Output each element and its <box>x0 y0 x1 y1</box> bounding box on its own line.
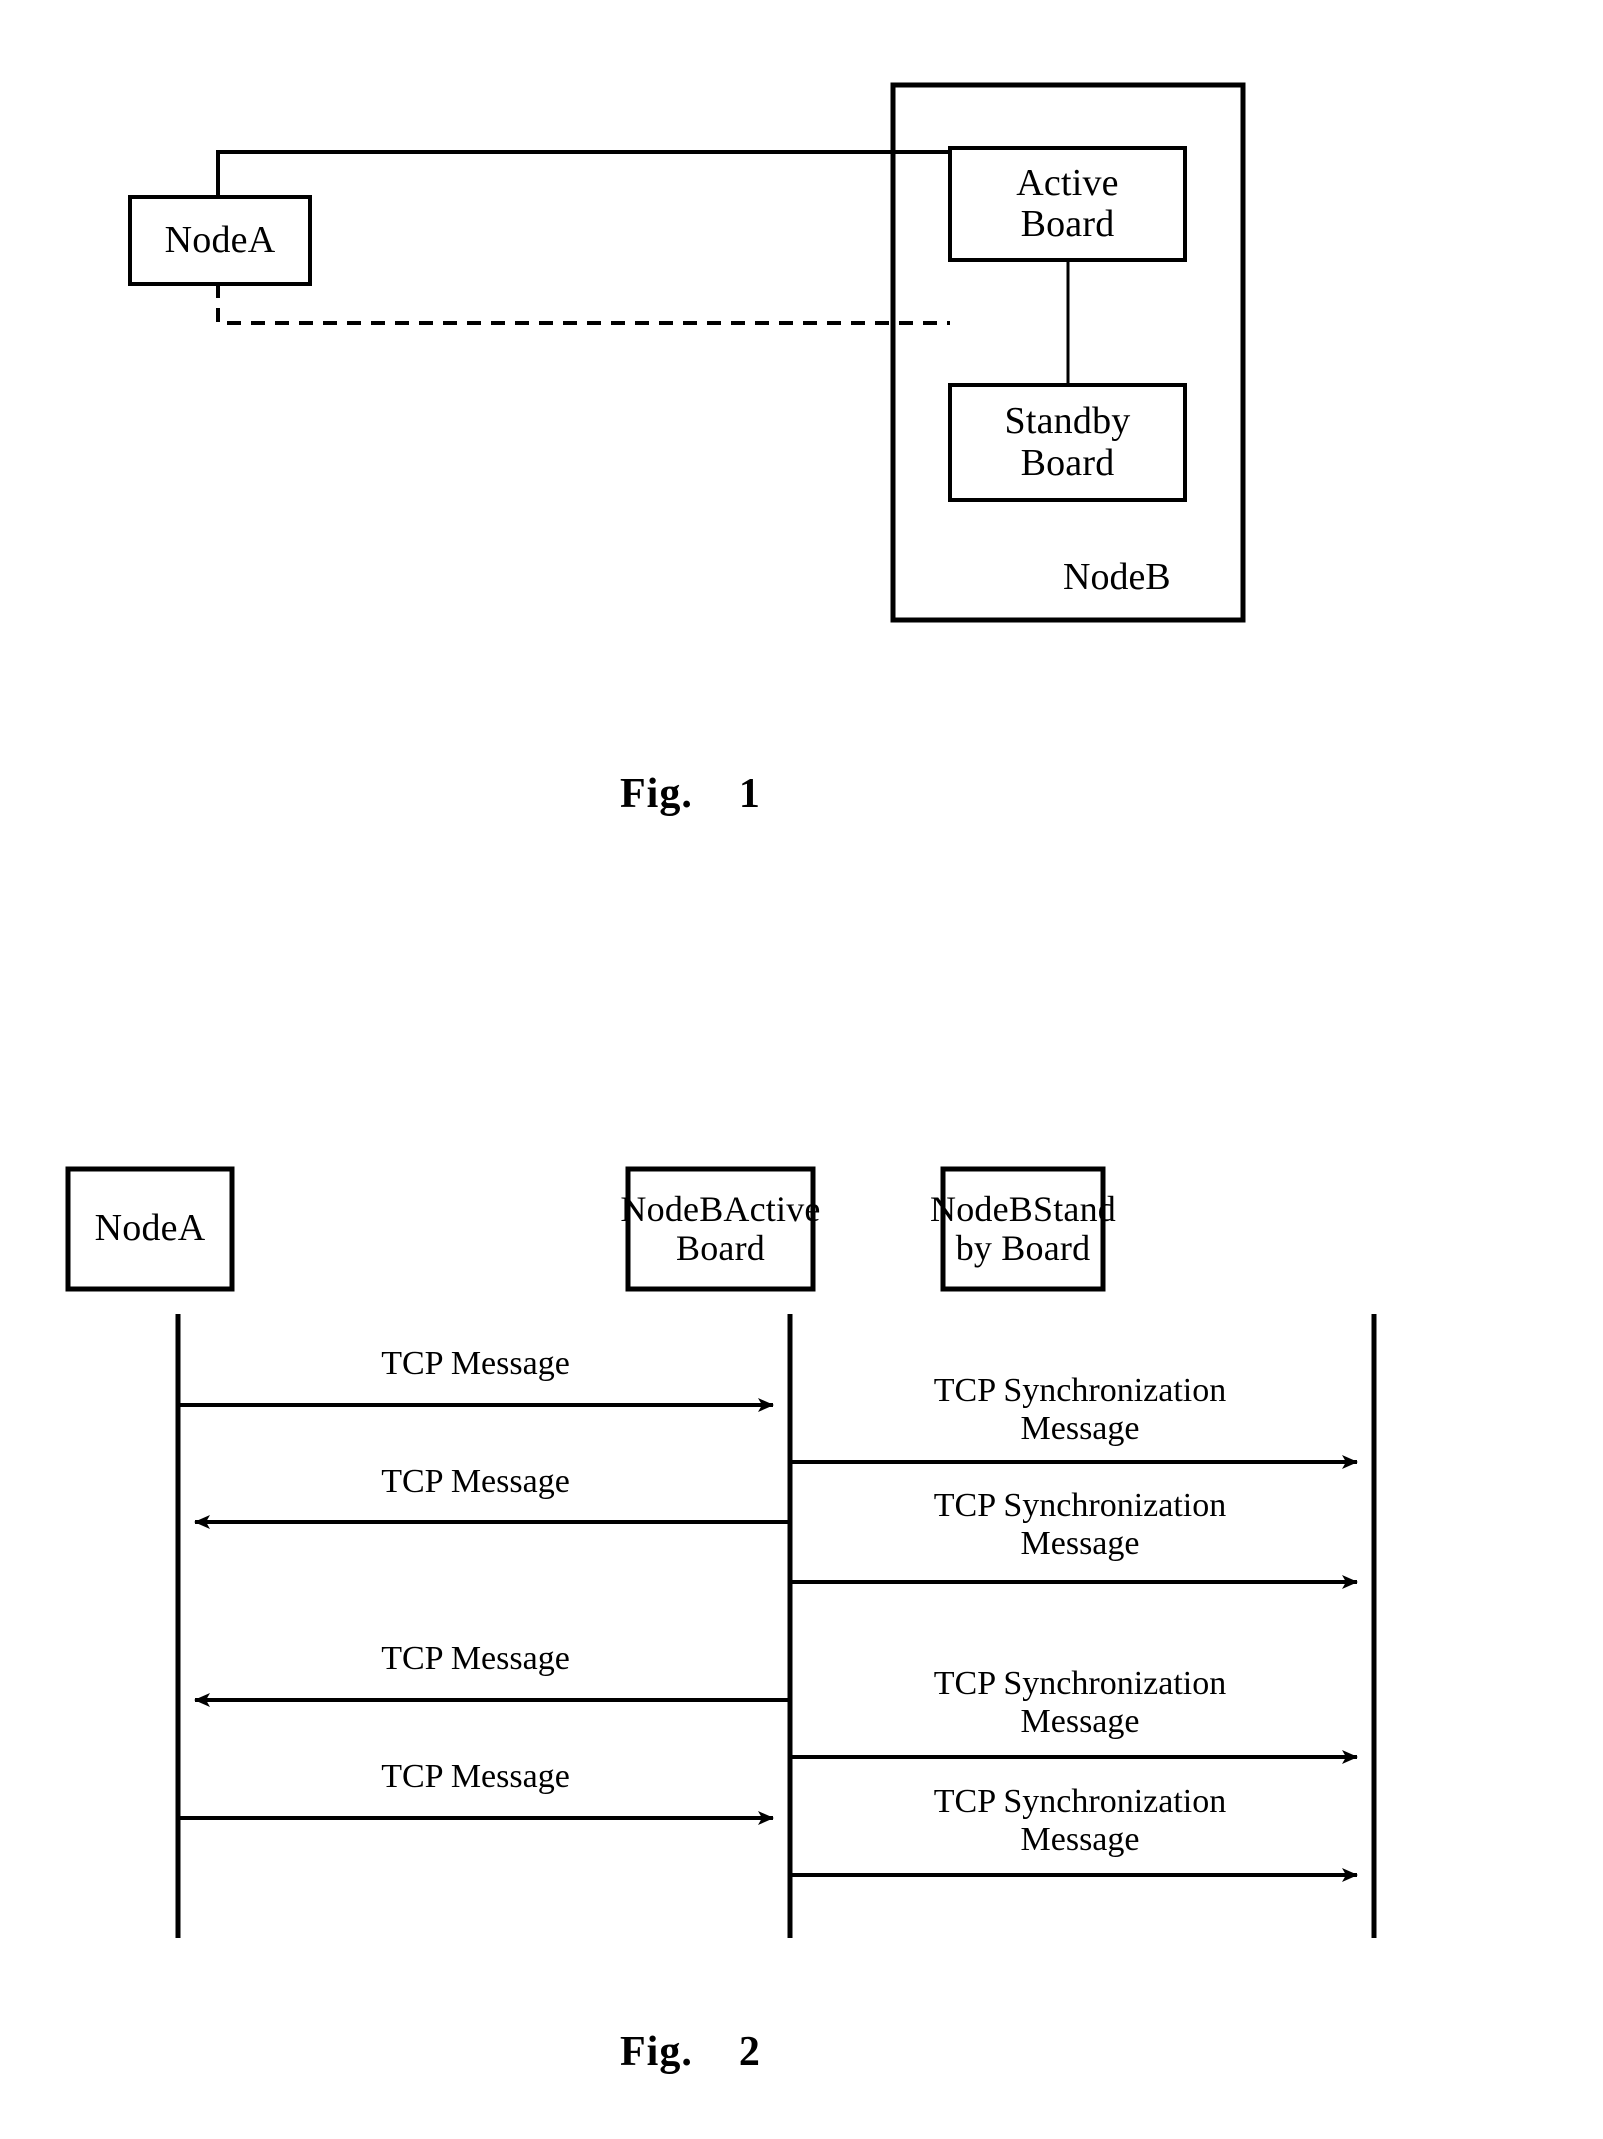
message-label-tcp-message-1: TCP Message <box>381 1345 570 1382</box>
figure1-caption: Fig. 1 <box>620 771 761 817</box>
message-label-tcp-message-4: TCP Message <box>381 1758 570 1795</box>
nodeb-container-label: NodeB <box>1063 556 1171 598</box>
lifeline-label-nodea: NodeA <box>94 1207 206 1250</box>
message-label-tcp-message-3: TCP Message <box>381 1640 570 1677</box>
standby-board-label: Standby Board <box>1004 400 1131 484</box>
nodea-box-label: NodeA <box>164 218 276 261</box>
lifeline-label-active-board: NodeBActive Board <box>620 1189 821 1268</box>
nodea-active-connector <box>216 150 950 197</box>
message-label-tcp-message-2: TCP Message <box>381 1463 570 1500</box>
lifeline-label-standby-board: NodeBStand by Board <box>930 1189 1116 1268</box>
active-board-label: Active Board <box>1016 161 1119 245</box>
message-label-tcp-sync-message-1: TCP Synchronization Message <box>933 1372 1227 1448</box>
nodea-standby-connector <box>216 284 950 325</box>
message-label-tcp-sync-message-3: TCP Synchronization Message <box>933 1665 1227 1741</box>
figure2-caption: Fig. 2 <box>620 2029 761 2075</box>
patent-drawing-sheet: NodeA Active Board Standby Board NodeB F… <box>0 0 1603 2139</box>
message-label-tcp-sync-message-2: TCP Synchronization Message <box>933 1487 1227 1563</box>
message-label-tcp-sync-message-4: TCP Synchronization Message <box>933 1783 1227 1859</box>
